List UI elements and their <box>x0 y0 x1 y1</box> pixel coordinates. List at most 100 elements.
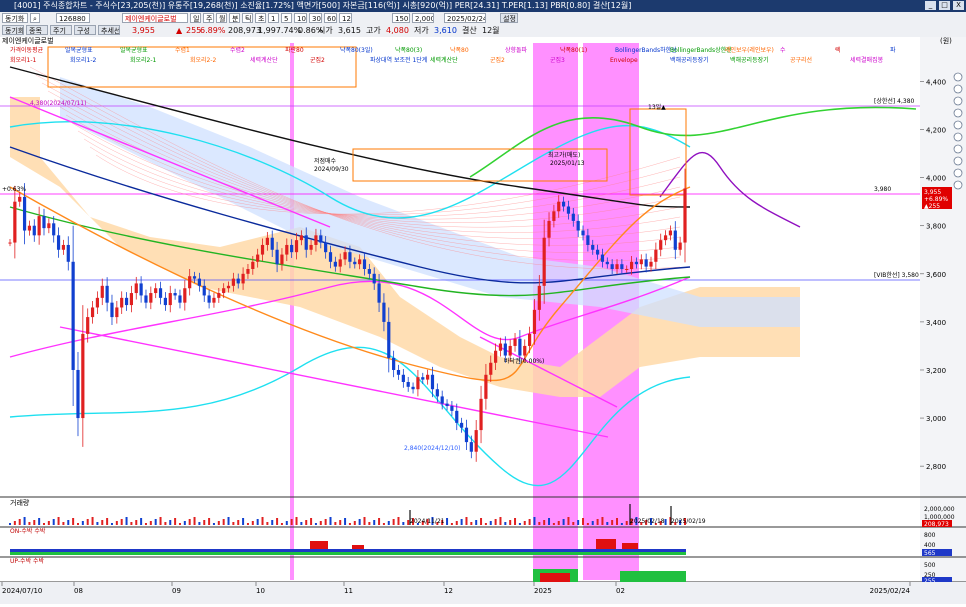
candle-body <box>56 235 61 250</box>
price-chart[interactable]: 4,400 4,200 4,000 3,800 3,600 3,400 3,200 3,000… <box>0 36 966 604</box>
maximize-button[interactable]: □ <box>939 1 950 10</box>
count-input[interactable]: 150 <box>392 13 410 23</box>
legend-strip <box>0 37 920 47</box>
candle-body <box>430 374 435 390</box>
price-tick-label: 2,800 <box>926 463 946 471</box>
volume-bar <box>271 520 274 525</box>
period-tab[interactable]: 60 <box>324 13 337 23</box>
candle-body <box>265 237 269 245</box>
candle-body <box>464 427 469 443</box>
tool-tab[interactable]: 추세선 <box>98 25 120 35</box>
candle-body <box>18 196 22 202</box>
volume-bar <box>392 519 395 525</box>
volume-bar <box>120 519 123 525</box>
volume-bar <box>314 523 317 525</box>
volume-bar <box>334 522 337 525</box>
candle-body <box>149 293 153 303</box>
volume-bar <box>106 518 109 525</box>
candle-body <box>154 288 158 294</box>
stock-name-input[interactable]: 제이엔케이글로벌 <box>122 13 188 23</box>
candle-body <box>542 237 546 286</box>
volume-bar <box>378 518 381 525</box>
measure-icon[interactable] <box>953 180 963 190</box>
period-tab[interactable]: 120 <box>339 13 352 23</box>
volume-bar <box>523 521 526 525</box>
volume-bar <box>601 517 604 525</box>
candle-body <box>309 244 313 250</box>
on-panel-band-green <box>10 552 686 555</box>
window-controls: _ □ X <box>925 1 964 10</box>
cursor-icon[interactable] <box>953 72 963 82</box>
candle-body <box>503 343 507 356</box>
period-tab[interactable]: 초 <box>255 13 266 23</box>
rect-icon[interactable] <box>953 120 963 130</box>
line-icon[interactable] <box>953 84 963 94</box>
legend-item: 낙폭80(3일) <box>340 46 373 54</box>
period-tab[interactable]: 30 <box>309 13 322 23</box>
peak-label: 최고가(매도) <box>548 151 580 159</box>
volume-bar <box>339 520 342 525</box>
legend-item: 상향돌파 <box>505 46 528 54</box>
circle-icon[interactable] <box>953 108 963 118</box>
fib-icon[interactable] <box>953 144 963 154</box>
period-tab[interactable]: 5 <box>281 13 292 23</box>
candle-body <box>644 259 648 267</box>
date-input[interactable]: 2025/02/24 <box>444 13 486 23</box>
tool-tab[interactable]: 구성 <box>74 25 96 35</box>
volume-bar <box>174 518 177 525</box>
close-month: 12월 <box>482 26 500 35</box>
volume-bar <box>135 520 138 525</box>
candle-body <box>445 403 449 407</box>
x-tick-label: 12 <box>444 587 453 595</box>
arrow-icon[interactable] <box>953 156 963 166</box>
volume-bar <box>465 517 468 525</box>
x-tick-label: 09 <box>172 587 181 595</box>
volume-date-label: 2025/02/19 <box>671 518 706 525</box>
mode-select[interactable]: 동기화 <box>2 13 28 23</box>
period-tab[interactable]: 1 <box>268 13 279 23</box>
period-tab[interactable]: 10 <box>294 13 307 23</box>
trend-icon[interactable] <box>953 96 963 106</box>
volume-bar <box>188 519 191 525</box>
volume-bar <box>504 522 507 525</box>
x-tick-label: 08 <box>74 587 83 595</box>
zoom-icon[interactable] <box>953 168 963 178</box>
candle-body <box>392 357 396 370</box>
period-tab[interactable]: 월 <box>216 13 227 23</box>
total-input[interactable]: 2,000 <box>412 13 434 23</box>
candle-body <box>47 223 51 229</box>
candle-body <box>557 201 561 212</box>
volume-bar <box>149 521 152 525</box>
tool-tab[interactable]: 종목 <box>26 25 48 35</box>
volume-bar <box>23 517 26 525</box>
window-titlebar: [4001] 주식종합차트 - 주식수[23,205(천)] 유통주[19,26… <box>0 0 966 12</box>
volume-bar <box>256 519 259 525</box>
close-button[interactable]: X <box>953 1 964 10</box>
text-icon[interactable] <box>953 132 963 142</box>
candle-body <box>663 235 668 241</box>
volume-bar <box>528 519 531 525</box>
period-tab[interactable]: 틱 <box>242 13 253 23</box>
candle-body <box>338 259 342 267</box>
period-tab[interactable]: 분 <box>229 13 240 23</box>
legend-item: 회오리1-2 <box>70 56 97 64</box>
volume-bar <box>266 522 269 525</box>
chart-area[interactable]: 4,400 4,200 4,000 3,800 3,600 3,400 3,200 3,000… <box>0 36 966 604</box>
period-tab[interactable]: 주 <box>203 13 214 23</box>
volume-bar <box>9 523 11 525</box>
volume-bar <box>28 522 31 525</box>
candle-body <box>22 196 27 231</box>
volume-bar <box>38 518 41 525</box>
volume-bar <box>518 523 521 525</box>
price-tick-label: 3,800 <box>926 223 946 231</box>
tool-tab[interactable]: 주기 <box>50 25 72 35</box>
minimize-button[interactable]: _ <box>925 1 936 10</box>
volume-bar <box>329 517 332 525</box>
legend-item: BollingerBands하한선 <box>615 46 677 54</box>
apply-button[interactable]: 설정 <box>500 13 518 23</box>
period-tab[interactable]: 일 <box>190 13 201 23</box>
tool-tab[interactable]: 동기화 <box>2 25 24 35</box>
code-input[interactable]: 126880 <box>56 13 90 23</box>
volume-bar <box>664 519 667 525</box>
search-icon[interactable]: ⌕ <box>30 13 40 23</box>
